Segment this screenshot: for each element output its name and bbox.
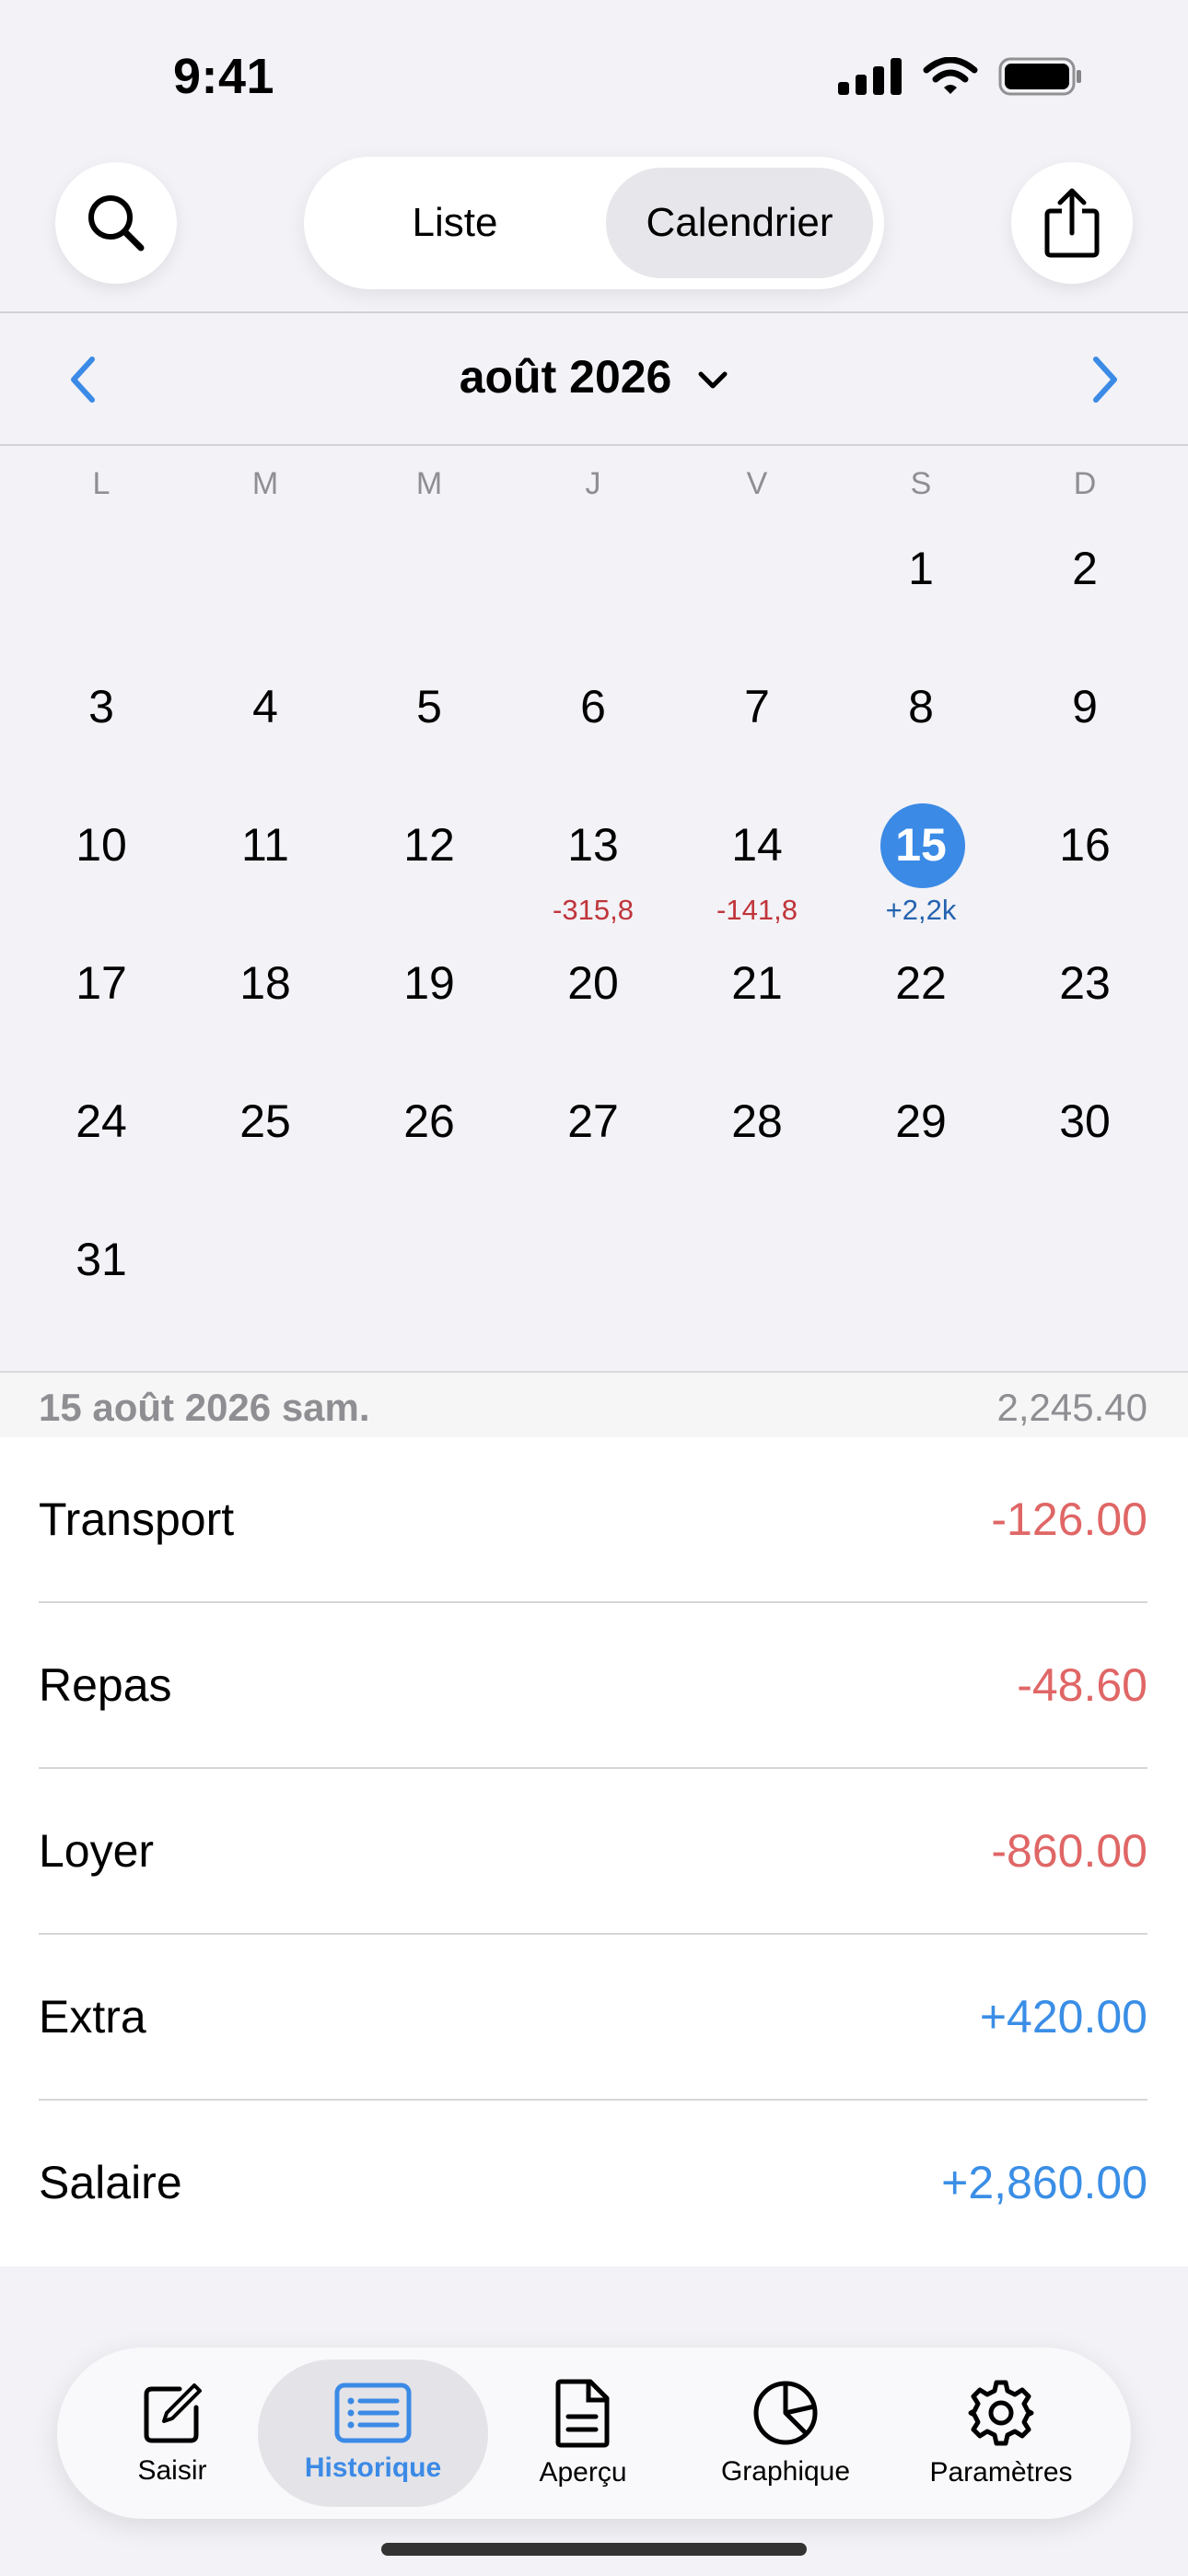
segment-calendrier[interactable]: Calendrier	[606, 168, 873, 278]
search-button[interactable]	[55, 162, 177, 284]
transaction-category: Repas	[39, 1659, 172, 1711]
calendar-day[interactable]: 21	[693, 956, 821, 1010]
calendar-day[interactable]: 12	[365, 818, 494, 872]
tab-saisir[interactable]: Saisir	[94, 2348, 250, 2519]
calendar-day[interactable]: 18	[201, 956, 330, 1010]
transaction-row[interactable]: Extra +420.00	[0, 1935, 1188, 2101]
transaction-category: Transport	[39, 1493, 235, 1545]
transaction-category: Salaire	[39, 2157, 182, 2208]
month-picker[interactable]: août 2026	[0, 350, 1188, 404]
calendar-day[interactable]: 7	[693, 680, 821, 733]
weekday-label: M	[251, 466, 279, 501]
tab-label: Saisir	[137, 2455, 207, 2486]
transaction-amount: +2,860.00	[941, 2157, 1147, 2208]
status-time: 9:41	[173, 49, 275, 104]
month-title: août 2026	[459, 351, 672, 403]
battery-icon	[998, 57, 1081, 96]
transaction-category: Extra	[39, 1991, 146, 2043]
transaction-list: Transport -126.00 Repas -48.60 Loyer -86…	[0, 1437, 1188, 2266]
calendar-day[interactable]: 26	[365, 1095, 494, 1148]
calendar-day[interactable]: 16	[1020, 818, 1149, 872]
transaction-amount: -48.60	[1017, 1659, 1147, 1711]
transaction-row[interactable]: Salaire +2,860.00	[0, 2101, 1188, 2266]
calendar-day[interactable]: 29	[856, 1095, 985, 1148]
tab-label: Graphique	[720, 2456, 851, 2487]
home-indicator	[381, 2543, 807, 2556]
calendar-day[interactable]: 17	[37, 956, 166, 1010]
weekday-label: S	[910, 466, 932, 501]
tab-label: Aperçu	[539, 2457, 627, 2488]
weekday-label: V	[746, 466, 768, 501]
calendar-day[interactable]: 2	[1020, 542, 1149, 595]
calendar-day[interactable]: 11	[201, 818, 330, 872]
calendar-day[interactable]: 31	[37, 1233, 166, 1286]
calendar-day[interactable]: 28	[693, 1095, 821, 1148]
day-amount: -315,8	[553, 894, 634, 926]
calendar-day[interactable]: 27	[529, 1095, 658, 1148]
calendar-day[interactable]: 6	[529, 680, 658, 733]
day-amount: -141,8	[716, 894, 798, 926]
calendar-day[interactable]: 4	[201, 680, 330, 733]
transaction-amount: -126.00	[991, 1493, 1147, 1545]
compose-icon	[144, 2383, 202, 2443]
share-button[interactable]	[1011, 162, 1133, 284]
status-icons	[838, 57, 1083, 96]
calendar-day[interactable]: 20	[529, 956, 658, 1010]
transaction-row[interactable]: Transport -126.00	[0, 1437, 1188, 1603]
list-icon	[334, 2383, 412, 2443]
weekday-label: J	[585, 466, 601, 501]
calendar-day[interactable]: 8	[856, 680, 985, 733]
calendar-day[interactable]: 14	[693, 818, 821, 872]
chevron-down-icon	[698, 371, 728, 389]
tab-label: Paramètres	[929, 2457, 1073, 2488]
transaction-row[interactable]: Repas -48.60	[0, 1603, 1188, 1769]
next-month-button[interactable]	[1087, 352, 1124, 412]
header-divider	[0, 311, 1188, 313]
tab-bar: Saisir Historique Aperçu Graphique Param…	[57, 2348, 1131, 2519]
pie-chart-icon	[753, 2381, 818, 2445]
share-icon	[1044, 188, 1100, 258]
day-amount: +2,2k	[885, 894, 957, 926]
day-detail-date: 15 août 2026 sam.	[39, 1386, 370, 1429]
gear-icon	[968, 2380, 1034, 2446]
weekday-label: M	[415, 466, 443, 501]
wifi-icon	[923, 57, 978, 94]
tab-apercu[interactable]: Aperçu	[495, 2348, 670, 2519]
day-detail-total: 2,245.40	[996, 1386, 1148, 1429]
document-icon	[555, 2379, 610, 2448]
calendar-day[interactable]: 5	[365, 680, 494, 733]
day-detail-header: 15 août 2026 sam. 2,245.40	[0, 1371, 1188, 1439]
calendar-day[interactable]: 24	[37, 1095, 166, 1148]
calendar-day[interactable]: 30	[1020, 1095, 1149, 1148]
segment-liste[interactable]: Liste	[317, 168, 593, 278]
calendar-day[interactable]: 23	[1020, 956, 1149, 1010]
tab-historique[interactable]: Historique	[258, 2359, 488, 2507]
calendar-day[interactable]: 22	[856, 956, 985, 1010]
weekday-label: L	[92, 466, 111, 501]
transaction-category: Loyer	[39, 1825, 155, 1877]
calendar-day[interactable]: 25	[201, 1095, 330, 1148]
tab-parametres[interactable]: Paramètres	[899, 2348, 1103, 2519]
calendar-day[interactable]: 19	[365, 956, 494, 1010]
calendar-day[interactable]: 9	[1020, 680, 1149, 733]
calendar-day[interactable]: 10	[37, 818, 166, 872]
search-icon	[88, 195, 145, 252]
calendar-day-selected[interactable]: 15	[856, 818, 985, 872]
transaction-amount: +420.00	[979, 1991, 1147, 2043]
calendar-day[interactable]: 3	[37, 680, 166, 733]
cellular-signal-icon	[838, 58, 902, 95]
weekday-label: D	[1073, 466, 1097, 501]
view-segmented-control: Liste Calendrier	[304, 157, 884, 289]
tab-graphique[interactable]: Graphique	[680, 2348, 891, 2519]
tab-label: Historique	[304, 2453, 442, 2483]
calendar-day[interactable]: 1	[856, 542, 985, 595]
calendar-day[interactable]: 13	[529, 818, 658, 872]
month-divider	[0, 444, 1188, 446]
transaction-amount: -860.00	[991, 1825, 1147, 1877]
chevron-right-icon	[1093, 357, 1117, 403]
transaction-row[interactable]: Loyer -860.00	[0, 1769, 1188, 1935]
